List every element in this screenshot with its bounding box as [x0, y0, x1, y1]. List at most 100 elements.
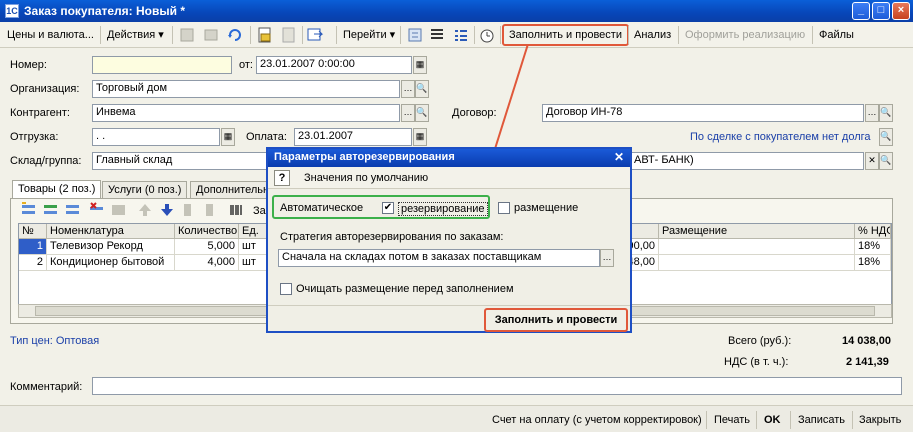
add-icon[interactable]	[178, 26, 196, 44]
col-header-vat[interactable]: % НДС	[855, 224, 891, 239]
col-header-item[interactable]: Номенклатура	[47, 224, 175, 239]
payment-date-field[interactable]: 23.01.2007	[294, 128, 412, 146]
comment-field[interactable]	[92, 377, 902, 395]
contractor-field[interactable]: Инвема	[92, 104, 400, 122]
toolbar-separator	[500, 26, 501, 44]
open-icon[interactable]: 🔍	[879, 152, 893, 170]
table-cell[interactable]	[659, 239, 855, 255]
delete-row-icon[interactable]	[88, 201, 106, 219]
open-icon[interactable]: 🔍	[415, 104, 429, 122]
dialog-fill-and-post-button[interactable]: Заполнить и провести	[484, 308, 628, 332]
unpost-icon[interactable]	[280, 26, 298, 44]
files-button[interactable]: Файлы	[816, 26, 857, 44]
edit-row-icon[interactable]	[64, 201, 82, 219]
shipment-date-field[interactable]: . .	[92, 128, 220, 146]
copy-icon[interactable]	[202, 26, 220, 44]
calendar-icon[interactable]: ▦	[413, 56, 427, 74]
table-cell[interactable]: шт	[239, 255, 269, 271]
refresh-icon[interactable]	[226, 26, 244, 44]
warehouse-label: Склад/группа:	[10, 155, 82, 167]
pick-button[interactable]: За	[253, 205, 266, 217]
analysis-button[interactable]: Анализ	[631, 26, 674, 44]
select-button[interactable]: …	[600, 249, 614, 267]
table-cell[interactable]: 5,000	[175, 239, 239, 255]
add-row-icon[interactable]	[20, 201, 38, 219]
sort-desc-icon[interactable]	[204, 201, 222, 219]
post-icon[interactable]	[256, 26, 274, 44]
date-field[interactable]: 23.01.2007 0:00:00	[256, 56, 412, 74]
select-button[interactable]: …	[401, 104, 415, 122]
end-edit-icon[interactable]	[110, 201, 128, 219]
contract-field[interactable]: Договор ИН-78	[542, 104, 864, 122]
actions-menu[interactable]: Действия ▾	[104, 26, 167, 44]
clear-placement-checkbox[interactable]	[280, 283, 292, 295]
open-icon[interactable]: 🔍	[415, 80, 429, 98]
placement-checkbox[interactable]	[498, 202, 510, 214]
table-cell[interactable]: 2	[19, 255, 47, 271]
clock-icon[interactable]	[478, 26, 496, 44]
make-sale-button[interactable]: Оформить реализацию	[682, 26, 808, 44]
move-up-icon[interactable]	[136, 201, 154, 219]
calendar-icon[interactable]: ▦	[413, 128, 427, 146]
open-icon[interactable]: 🔍	[879, 104, 893, 122]
warehouse-field[interactable]: Главный склад	[92, 152, 268, 170]
toolbar-separator	[790, 411, 791, 429]
dialog-toolbar: ? Значения по умолчанию	[268, 167, 630, 189]
col-header-unit[interactable]: Ед.	[239, 224, 269, 239]
tab-services[interactable]: Услуги (0 поз.)	[102, 181, 188, 199]
tab-goods[interactable]: Товары (2 поз.)	[12, 180, 102, 199]
vat-label: НДС (в т. ч.):	[724, 356, 789, 368]
prices-button[interactable]: Цены и валюта...	[4, 26, 97, 44]
minimize-button[interactable]: _	[852, 2, 870, 20]
organization-field[interactable]: Торговый дом	[92, 80, 400, 98]
select-button[interactable]: …	[865, 104, 879, 122]
select-button[interactable]: …	[401, 80, 415, 98]
table-cell[interactable]: 18%	[855, 239, 891, 255]
help-icon[interactable]: ?	[274, 170, 290, 186]
based-on-icon[interactable]	[306, 26, 324, 44]
col-header-placement[interactable]: Размещение	[659, 224, 855, 239]
sort-asc-icon[interactable]	[182, 201, 200, 219]
move-down-icon[interactable]	[158, 201, 176, 219]
clear-button[interactable]: ✕	[865, 152, 879, 170]
toolbar-separator	[474, 26, 475, 44]
defaults-button[interactable]: Значения по умолчанию	[304, 172, 428, 184]
strategy-field[interactable]: Сначала на складах потом в заказах поста…	[278, 249, 600, 267]
col-header-qty[interactable]: Количество	[175, 224, 239, 239]
close-window-button[interactable]: ×	[892, 2, 910, 20]
goto-menu[interactable]: Перейти ▾	[340, 26, 398, 44]
invoice-button[interactable]: Счет на оплату (с учетом корректировок)	[488, 411, 706, 429]
calendar-icon[interactable]: ▦	[221, 128, 235, 146]
ok-button[interactable]: OK	[760, 411, 785, 429]
list-settings-icon[interactable]	[452, 26, 470, 44]
bank-account-field[interactable]: АВТ- БАНК)	[630, 152, 864, 170]
barcode-icon[interactable]	[228, 201, 246, 219]
print-button[interactable]: Печать	[710, 411, 754, 429]
tab-additional[interactable]: Дополнительн	[190, 181, 276, 199]
table-cell[interactable]: Кондиционер бытовой	[47, 255, 175, 271]
structure-icon[interactable]	[406, 26, 424, 44]
fill-and-post-button[interactable]: Заполнить и провести	[502, 24, 629, 46]
table-cell[interactable]: 1	[19, 239, 47, 255]
table-cell[interactable]: 18%	[855, 255, 891, 271]
close-button[interactable]: Закрыть	[855, 411, 905, 429]
open-icon[interactable]: 🔍	[879, 128, 893, 146]
number-field[interactable]	[92, 56, 232, 74]
table-cell[interactable]	[659, 255, 855, 271]
price-type-link[interactable]: Тип цен: Оптовая	[10, 335, 99, 347]
toolbar-separator	[706, 411, 707, 429]
table-cell[interactable]: шт	[239, 239, 269, 255]
col-header-number[interactable]: №	[19, 224, 47, 239]
dialog-close-icon[interactable]: ✕	[611, 150, 627, 165]
table-cell[interactable]: 4,000	[175, 255, 239, 271]
copy-row-icon[interactable]	[42, 201, 60, 219]
dialog-divider	[268, 305, 630, 306]
reserve-checkbox[interactable]: ✔	[382, 202, 394, 214]
journal-icon[interactable]	[428, 26, 446, 44]
toolbar-separator	[100, 26, 101, 44]
maximize-button[interactable]: □	[872, 2, 890, 20]
table-cell[interactable]: Телевизор Рекорд	[47, 239, 175, 255]
save-button[interactable]: Записать	[794, 411, 849, 429]
debt-link[interactable]: По сделке с покупателем нет долга	[690, 131, 871, 143]
toolbar-separator	[756, 411, 757, 429]
